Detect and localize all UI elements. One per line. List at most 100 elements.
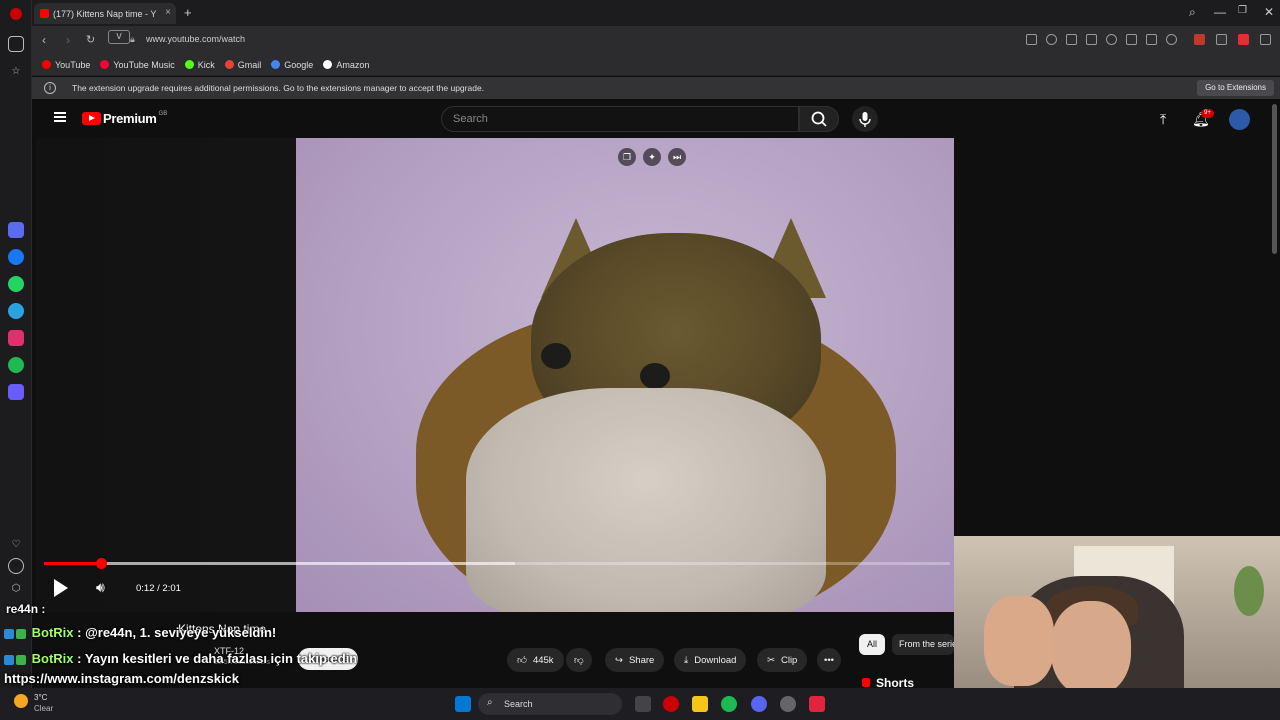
- bookmark-item[interactable]: Gmail: [224, 59, 262, 70]
- tab-close-icon[interactable]: ×: [165, 7, 171, 18]
- start-icon[interactable]: [455, 696, 471, 712]
- skip-icon[interactable]: ⏭: [668, 148, 686, 166]
- spotify-taskbar-icon[interactable]: [721, 696, 737, 712]
- taskbar-search[interactable]: Search: [478, 693, 622, 715]
- chat-text: @re44n, 1. seviyeye yükseldin!: [85, 625, 277, 640]
- opera-logo-icon[interactable]: [10, 8, 22, 20]
- hamburger-menu-icon[interactable]: [54, 112, 66, 122]
- volume-icon[interactable]: 🔊︎: [96, 579, 105, 596]
- avatar[interactable]: [1229, 109, 1250, 130]
- close-window-icon[interactable]: ✕: [1264, 5, 1274, 19]
- restore-icon[interactable]: ❐: [1238, 5, 1247, 16]
- telegram-icon[interactable]: [8, 303, 24, 319]
- chat-user: BotRix: [31, 625, 74, 640]
- weather-icon[interactable]: [14, 694, 28, 708]
- more-actions-button[interactable]: •••: [817, 648, 841, 672]
- share-button[interactable]: ↪ Share: [605, 648, 665, 672]
- tab-search-icon[interactable]: ⌕: [1189, 5, 1196, 20]
- screen: ☆ ♡ ⬡ (177) Kittens Nap time - Y × + ⌕ —…: [0, 0, 1280, 720]
- scrubber-handle[interactable]: [96, 558, 108, 569]
- upload-icon[interactable]: ⤒: [1160, 111, 1166, 128]
- menu-icon[interactable]: [1146, 34, 1157, 45]
- chat-line: BotRix : Yayın kesitleri ve daha fazlası…: [4, 651, 357, 666]
- aria-icon[interactable]: [8, 222, 24, 238]
- app-red-icon[interactable]: [809, 696, 825, 712]
- youtube-header: Premium GB Search ⤒ 🔔︎ 9+: [32, 100, 1280, 138]
- profile-icon[interactable]: [1166, 34, 1177, 45]
- bot-badge-icon: [4, 654, 14, 665]
- shield-icon[interactable]: [1066, 34, 1077, 45]
- heart-icon[interactable]: ♡: [8, 536, 24, 552]
- taskbar-search-label: Search: [504, 699, 533, 709]
- new-tab-icon[interactable]: +: [184, 5, 192, 20]
- bookmark-favicon-icon: [323, 60, 333, 69]
- whatsapp-icon[interactable]: [8, 276, 24, 292]
- tab-youtube[interactable]: (177) Kittens Nap time - Y ×: [34, 3, 176, 24]
- edit-icon[interactable]: [1026, 34, 1037, 45]
- bookmark-item[interactable]: YouTube: [42, 60, 90, 70]
- cube-icon[interactable]: ⬡: [8, 580, 24, 596]
- player-icon[interactable]: [8, 384, 24, 400]
- download-button[interactable]: ⤓ Download: [674, 648, 747, 672]
- bookmark-item[interactable]: Amazon: [323, 60, 369, 70]
- messenger-icon[interactable]: [8, 249, 24, 265]
- bookmark-label: Gmail: [237, 59, 262, 70]
- extension-red-icon[interactable]: [1194, 34, 1205, 45]
- page-scrollbar[interactable]: [1272, 104, 1277, 254]
- extension-adblock-icon[interactable]: [1238, 34, 1249, 45]
- bookmark-item[interactable]: Kick: [184, 59, 215, 70]
- instagram-icon[interactable]: [8, 330, 24, 346]
- bookmark-favicon-icon: [184, 60, 194, 69]
- voice-search-button[interactable]: [852, 106, 878, 132]
- share-icon: ↪: [615, 654, 623, 666]
- go-to-extensions-button[interactable]: Go to Extensions: [1197, 80, 1274, 96]
- opera-taskbar-icon[interactable]: [663, 696, 679, 712]
- clip-button[interactable]: ✂ Clip: [757, 648, 808, 672]
- webcam-plant: [1234, 566, 1264, 616]
- history-icon[interactable]: [8, 558, 24, 574]
- file-explorer-icon[interactable]: [692, 696, 708, 712]
- bookmark-item[interactable]: Google: [271, 60, 313, 70]
- download-icon[interactable]: [1126, 34, 1137, 45]
- like-button[interactable]: 👍︎ 445k: [507, 648, 564, 672]
- chat-colon: :: [73, 651, 85, 666]
- kitten-eye: [541, 343, 571, 369]
- home-icon[interactable]: [8, 36, 24, 52]
- miniplayer-icon[interactable]: ❐: [618, 148, 636, 166]
- chip-from-series[interactable]: From the series: [892, 634, 954, 655]
- notification-badge: 9+: [1201, 109, 1214, 118]
- bookmark-item[interactable]: YouTube Music: [100, 60, 175, 70]
- extensions-icon[interactable]: [1260, 34, 1271, 45]
- search-input[interactable]: Search: [441, 106, 799, 132]
- url-field[interactable]: www.youtube.com/watch: [146, 34, 245, 44]
- back-icon[interactable]: ‹: [42, 33, 46, 47]
- progress-bar[interactable]: [44, 558, 950, 569]
- youtube-favicon-icon: [40, 9, 49, 18]
- site-info-icon[interactable]: V: [108, 30, 130, 44]
- dislike-button[interactable]: 👎︎: [566, 648, 592, 672]
- download-label: Download: [694, 654, 737, 666]
- lock-icon: 🔒︎: [130, 34, 135, 44]
- youtube-logo[interactable]: Premium GB: [82, 111, 167, 126]
- forward-icon[interactable]: ›: [66, 33, 70, 47]
- task-view-icon[interactable]: [635, 696, 651, 712]
- video-player[interactable]: ❐ ✦ ⏭ 🔊︎ 0:12 / 2:01: [36, 138, 954, 612]
- bookmark-label: Kick: [197, 59, 215, 70]
- chat-colon: :: [73, 625, 86, 640]
- video-frame[interactable]: [296, 138, 954, 612]
- spotify-icon[interactable]: [8, 357, 24, 373]
- reload-icon[interactable]: ↻: [86, 33, 95, 46]
- star-icon[interactable]: ☆: [8, 63, 24, 79]
- play-icon[interactable]: [1086, 34, 1097, 45]
- camera-icon[interactable]: [1046, 34, 1057, 45]
- heart-outline-icon[interactable]: [1106, 34, 1117, 45]
- extension-dark-icon[interactable]: [1216, 34, 1227, 45]
- taskbar-search-icon: ⌕: [487, 697, 493, 708]
- chip-all[interactable]: All: [859, 634, 886, 655]
- play-button[interactable]: [54, 579, 68, 597]
- discord-taskbar-icon[interactable]: [751, 696, 767, 712]
- ai-icon[interactable]: ✦: [643, 148, 661, 166]
- search-button[interactable]: [799, 106, 839, 132]
- settings-gear-icon[interactable]: [780, 696, 796, 712]
- minimize-icon[interactable]: —: [1214, 5, 1226, 19]
